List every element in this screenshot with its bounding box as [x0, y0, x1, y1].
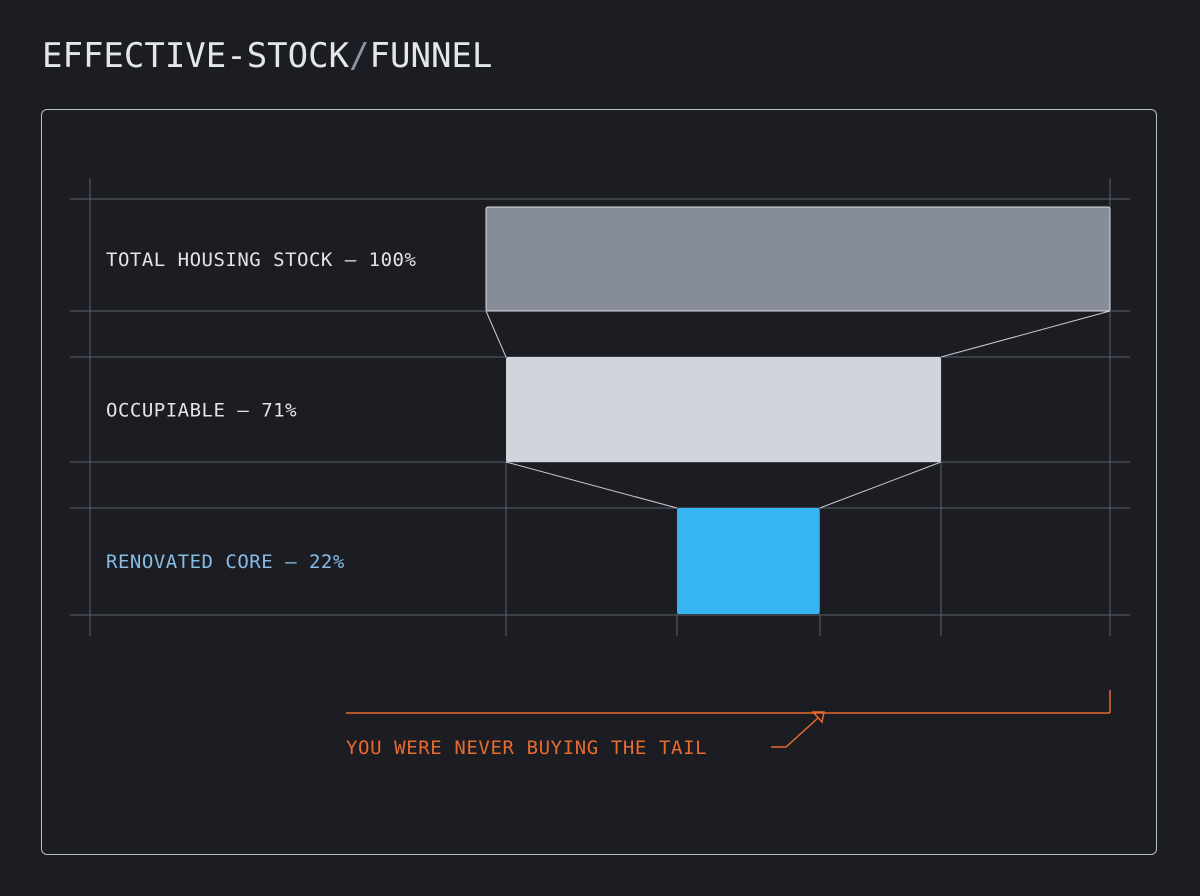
stage-label: RENOVATED CORE — 22%	[106, 551, 345, 573]
stage-label: TOTAL HOUSING STOCK — 100%	[106, 249, 416, 271]
annotation-text: YOU WERE NEVER BUYING THE TAIL	[346, 737, 707, 759]
funnel-connector-left	[505, 461, 678, 509]
annotation: YOU WERE NEVER BUYING THE TAIL	[346, 690, 1111, 759]
funnel-connector-right	[819, 461, 942, 509]
funnel-bar-occupiable	[506, 357, 942, 462]
funnel-chart: TOTAL HOUSING STOCK — 100% OCCUPIABLE — 7…	[70, 178, 1130, 759]
stage-labels: TOTAL HOUSING STOCK — 100% OCCUPIABLE — 7…	[106, 249, 416, 573]
funnel-bar-renovated-core	[677, 508, 820, 614]
funnel-bars	[485, 206, 1111, 614]
funnel-bar-total-housing-stock	[485, 206, 1111, 312]
annotation-arrow-icon	[771, 711, 825, 748]
funnel-connector-left	[485, 310, 507, 358]
funnel-connector-right	[940, 310, 1111, 358]
stage-label: OCCUPIABLE — 71%	[106, 400, 297, 422]
